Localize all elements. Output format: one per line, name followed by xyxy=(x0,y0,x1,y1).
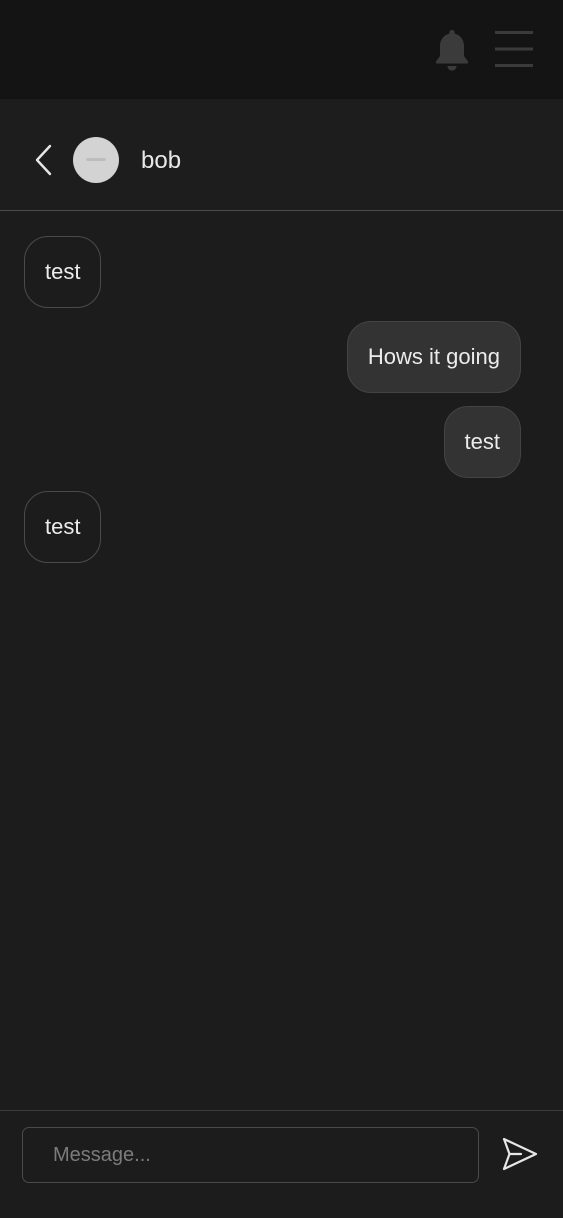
send-icon xyxy=(502,1137,538,1171)
message-list[interactable]: test Hows it going test test xyxy=(0,212,563,1110)
message-bubble-sent: test xyxy=(443,406,521,478)
message-bubble-received: test xyxy=(24,236,102,308)
send-button[interactable] xyxy=(499,1133,541,1175)
notifications-button[interactable] xyxy=(432,27,472,73)
bell-icon xyxy=(436,30,468,71)
message-input[interactable] xyxy=(22,1127,479,1183)
back-button[interactable] xyxy=(28,143,60,177)
chevron-left-icon xyxy=(35,144,52,176)
avatar-placeholder-mark xyxy=(86,158,106,161)
hamburger-menu-icon xyxy=(495,31,533,67)
message-bubble-sent: Hows it going xyxy=(346,321,521,393)
menu-button[interactable] xyxy=(492,28,536,70)
message-composer xyxy=(0,1110,563,1218)
chat-header: bob xyxy=(0,99,563,211)
top-app-bar xyxy=(0,0,563,99)
contact-name: bob xyxy=(141,147,182,174)
message-bubble-received: test xyxy=(24,491,102,563)
contact-avatar[interactable] xyxy=(73,137,119,183)
